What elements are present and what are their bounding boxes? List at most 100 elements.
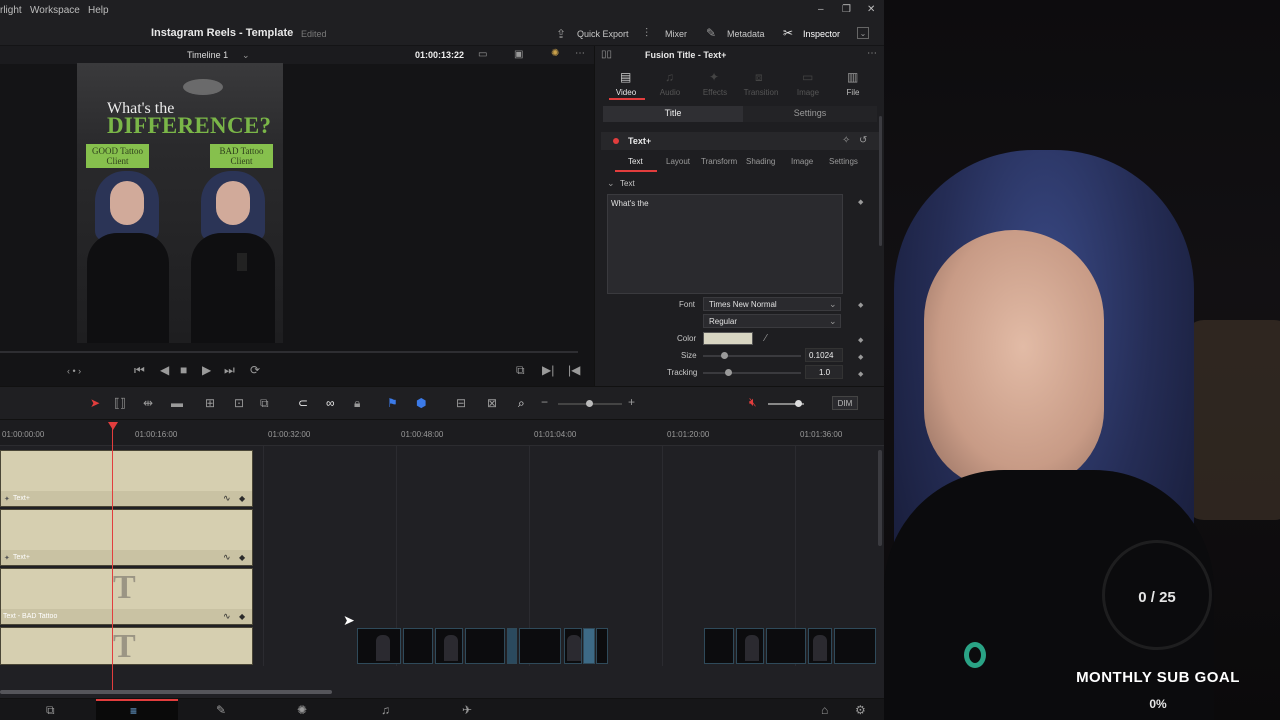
curve-icon[interactable]: ∿ [223, 493, 231, 504]
reset-icon[interactable]: ↺ [859, 135, 867, 147]
match-frame-icon[interactable]: ⧉ [516, 364, 525, 376]
restore-button[interactable]: ❐ [842, 4, 851, 15]
video-clip[interactable] [736, 628, 764, 664]
timeline-h-scrollbar[interactable] [0, 690, 332, 694]
zoom-in-icon[interactable]: + [628, 396, 635, 408]
flag-icon[interactable]: ⚑ [387, 397, 398, 409]
playhead-line[interactable] [112, 428, 113, 690]
jog-icon[interactable]: ‹ • › [67, 365, 81, 377]
replace-clip-icon[interactable]: ⧉ [260, 397, 269, 409]
size-input[interactable]: 0.1024 [805, 348, 843, 362]
full-zoom-icon[interactable]: ⊟ [456, 397, 466, 409]
tracking-keyframe-icon[interactable]: ◆ [858, 369, 863, 381]
edit-page-tab[interactable]: ≡ [96, 699, 178, 720]
viewer-size-icon[interactable]: ▭ [478, 49, 487, 61]
blade-tool-icon[interactable]: ▬ [171, 397, 183, 409]
fusion-page-icon[interactable]: ✎ [216, 704, 226, 716]
video-clip[interactable] [808, 628, 832, 664]
color-scope-icon[interactable]: ✺ [551, 48, 559, 60]
tooltab-text[interactable]: Text [628, 157, 643, 166]
video-clip[interactable] [465, 628, 505, 664]
font-select[interactable]: Times New Normal ⌄ [703, 297, 841, 311]
media-page-icon[interactable]: ⧉ [46, 704, 55, 716]
tooltab-transform[interactable]: Transform [701, 157, 737, 166]
inspector-menu-icon[interactable]: ⋯ [867, 48, 877, 60]
viewer-scrubber[interactable] [0, 351, 578, 353]
tooltab-image[interactable]: Image [791, 157, 813, 166]
color-swatch[interactable] [703, 332, 753, 345]
file-tab-icon[interactable]: ▥ [847, 71, 858, 83]
tracking-slider-handle[interactable] [725, 369, 732, 376]
keyframe-icon[interactable]: ◆ [858, 197, 863, 209]
section-chevron-icon[interactable]: ⌄ [607, 177, 615, 189]
styled-text-field[interactable]: What's the [607, 194, 843, 294]
keyframe-icon[interactable]: ◆ [239, 612, 245, 621]
playhead-handle[interactable] [108, 422, 118, 430]
size-slider-track[interactable] [703, 355, 801, 357]
go-to-end-icon[interactable]: ⏭ [224, 364, 235, 376]
prev-edit-icon[interactable]: |◀ [568, 364, 580, 376]
play-reverse-icon[interactable]: ◀ [160, 364, 169, 376]
video-clip[interactable] [564, 628, 582, 664]
tracking-slider-track[interactable] [703, 372, 801, 374]
size-keyframe-icon[interactable]: ◆ [858, 352, 863, 364]
home-icon[interactable]: ⌂ [821, 704, 828, 716]
loop-icon[interactable]: ⟳ [250, 364, 260, 376]
text-clip[interactable]: T [0, 627, 253, 665]
text-clip[interactable]: T Text - BAD Tattoo ∿ ◆ [0, 568, 253, 625]
next-edit-icon[interactable]: ▶| [542, 364, 554, 376]
volume-slider-handle[interactable] [795, 400, 802, 407]
snapping-icon[interactable]: ⊂ [298, 397, 308, 409]
tab-title-settings[interactable]: Settings [743, 106, 877, 122]
video-clip[interactable] [704, 628, 734, 664]
selection-tool-icon[interactable]: ➤ [90, 397, 100, 409]
inspector-button[interactable]: Inspector [803, 29, 840, 39]
keyframe-icon[interactable]: ◆ [239, 494, 245, 503]
video-clip[interactable] [596, 628, 608, 664]
video-clip[interactable] [357, 628, 401, 664]
curve-icon[interactable]: ∿ [223, 552, 231, 563]
chevron-down-icon[interactable]: ⌄ [242, 49, 250, 61]
tooltab-layout[interactable]: Layout [666, 157, 690, 166]
video-clip[interactable] [519, 628, 561, 664]
tooltab-shading[interactable]: Shading [746, 157, 775, 166]
zoom-slider-handle[interactable] [586, 400, 593, 407]
text-clip[interactable]: ✦ Text+ ∿ ◆ [0, 450, 253, 507]
video-clip[interactable] [834, 628, 876, 664]
mixer-button[interactable]: Mixer [665, 29, 687, 39]
mixer-icon[interactable]: ⫶ [645, 27, 648, 39]
font-keyframe-icon[interactable]: ◆ [858, 300, 863, 312]
close-window-button[interactable]: ✕ [867, 4, 875, 15]
tab-file[interactable]: File [835, 88, 871, 97]
tab-title[interactable]: Title [603, 106, 743, 122]
eyedropper-icon[interactable]: ⁄ [765, 333, 767, 345]
metadata-button[interactable]: Metadata [727, 29, 765, 39]
export-icon[interactable]: ⇪ [556, 28, 566, 40]
size-slider-handle[interactable] [721, 352, 728, 359]
deliver-page-icon[interactable]: ✈ [462, 704, 472, 716]
lock-icon[interactable]: 🔒︎ [354, 397, 360, 409]
more-options-icon[interactable]: ⋯ [575, 48, 585, 60]
settings-gear-icon[interactable]: ⚙ [855, 704, 866, 716]
video-clip[interactable] [766, 628, 806, 664]
dynamic-trim-icon[interactable]: ⇹ [143, 397, 153, 409]
stop-icon[interactable]: ■ [180, 364, 187, 376]
panel-toggle-icon[interactable]: ▯▯ [601, 49, 612, 61]
timeline-ruler[interactable]: 01:00:00:00 01:00:16:00 01:00:32:00 01:0… [0, 420, 884, 446]
color-keyframe-icon[interactable]: ◆ [858, 335, 863, 347]
overwrite-clip-icon[interactable]: ⊡ [234, 397, 244, 409]
timeline-name[interactable]: Timeline 1 [187, 50, 228, 60]
video-clip[interactable] [583, 628, 595, 664]
tooltab-settings[interactable]: Settings [829, 157, 858, 166]
custom-zoom-icon[interactable]: ⌕ [518, 397, 525, 409]
quick-export-button[interactable]: Quick Export [577, 29, 629, 39]
tracking-input[interactable]: 1.0 [805, 365, 843, 379]
style-select[interactable]: Regular ⌄ [703, 314, 841, 328]
insert-clip-icon[interactable]: ⊞ [205, 397, 215, 409]
video-clip[interactable] [507, 628, 517, 664]
zoom-out-icon[interactable]: − [541, 396, 548, 408]
keyframe-icon[interactable]: ◆ [239, 553, 245, 562]
menu-app[interactable]: rlight [0, 5, 22, 16]
trim-tool-icon[interactable]: ⟦⟧ [114, 397, 126, 409]
linked-selection-icon[interactable]: ∞ [326, 397, 335, 409]
